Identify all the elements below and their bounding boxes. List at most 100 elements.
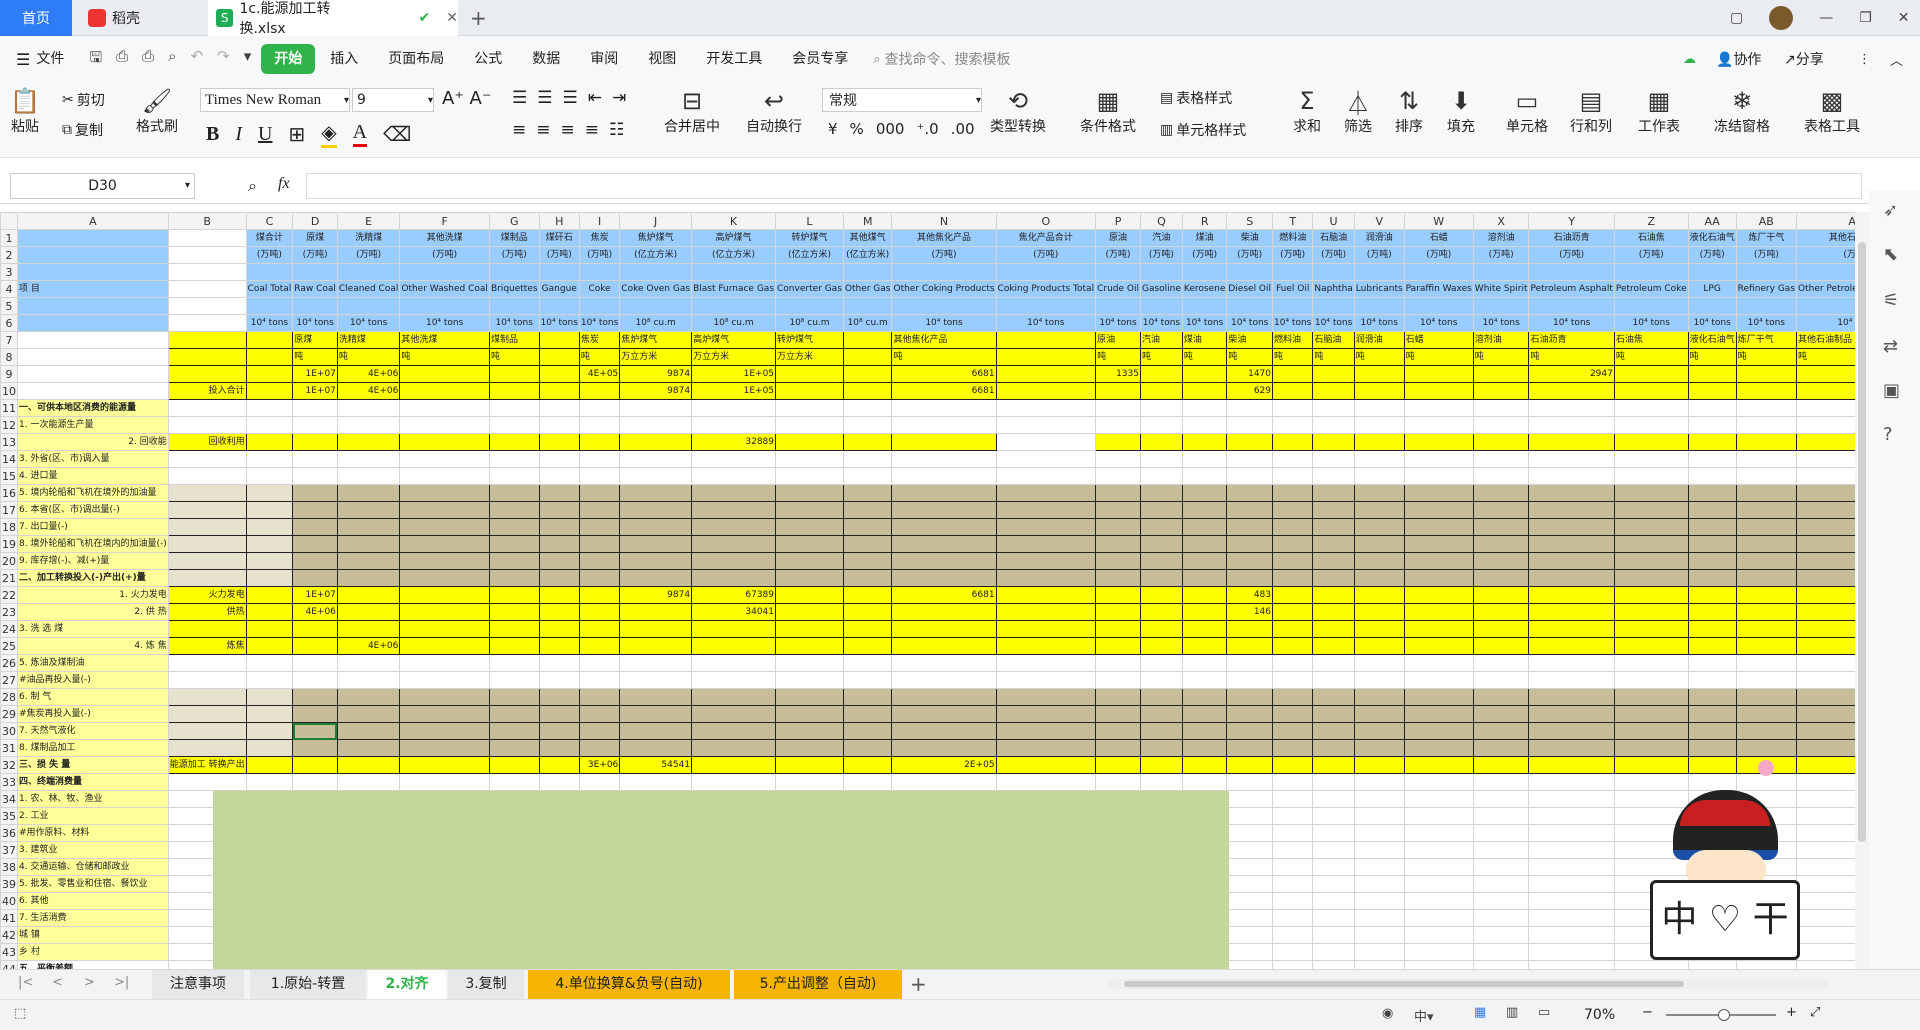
cell-AB27[interactable] bbox=[1735, 671, 1798, 689]
cell-AA7[interactable]: 液化石油气 bbox=[1687, 331, 1737, 349]
cell-Z30[interactable] bbox=[1613, 722, 1689, 740]
cell-K20[interactable] bbox=[691, 552, 777, 570]
cell-AB9[interactable] bbox=[1735, 365, 1798, 383]
cell-Y30[interactable] bbox=[1528, 722, 1615, 740]
cell-O27[interactable] bbox=[995, 671, 1097, 689]
cell-X3[interactable] bbox=[1472, 263, 1530, 281]
paste-button[interactable]: 📋 粘贴 bbox=[10, 86, 40, 136]
cell-T44[interactable] bbox=[1272, 960, 1314, 969]
cell-S29[interactable] bbox=[1226, 705, 1274, 723]
col-header-Q[interactable]: Q bbox=[1139, 212, 1183, 230]
cell-M9[interactable] bbox=[842, 365, 893, 383]
cell-O18[interactable] bbox=[995, 518, 1097, 536]
cell-I9[interactable]: 4E+05 bbox=[578, 365, 621, 383]
font-grow-shrink[interactable]: A⁺ A⁻ bbox=[442, 88, 491, 109]
cell-M5[interactable] bbox=[842, 297, 893, 315]
cell-J31[interactable] bbox=[619, 739, 693, 757]
cell-J28[interactable] bbox=[619, 688, 693, 706]
cell-AB20[interactable] bbox=[1735, 552, 1798, 570]
cell-F11[interactable] bbox=[399, 399, 490, 417]
cell-R23[interactable] bbox=[1181, 603, 1228, 621]
cell-A31[interactable]: 8. 煤制品加工 bbox=[17, 739, 169, 757]
cell-I21[interactable] bbox=[578, 569, 621, 587]
cell-E20[interactable] bbox=[336, 552, 401, 570]
cell-P32[interactable] bbox=[1095, 756, 1141, 774]
cell-S25[interactable] bbox=[1226, 637, 1274, 655]
cell-AA8[interactable]: 吨 bbox=[1687, 348, 1737, 366]
cell-N23[interactable] bbox=[891, 603, 997, 621]
quick-access-icons[interactable]: 🖫 ⎙ ⎙ ⌕ ↶ ↷ ▾ bbox=[89, 47, 251, 72]
sheet-tab-copy[interactable]: 3.复制 bbox=[448, 970, 524, 999]
close-tab-icon[interactable]: ✕ bbox=[446, 10, 458, 26]
cell-Q33[interactable] bbox=[1139, 773, 1183, 791]
number-buttons[interactable]: ¥% 000 ⁺.0.00 bbox=[828, 120, 975, 138]
cell-N25[interactable] bbox=[891, 637, 997, 655]
cell-C3[interactable] bbox=[245, 263, 294, 281]
row-header-22[interactable]: 22 bbox=[0, 586, 18, 604]
cell-U4[interactable]: Naphtha bbox=[1312, 280, 1355, 298]
cell-L10[interactable] bbox=[775, 382, 844, 400]
cell-B7[interactable] bbox=[167, 331, 247, 349]
cell-K10[interactable]: 1E+05 bbox=[691, 382, 777, 400]
row-header-32[interactable]: 32 bbox=[0, 756, 18, 774]
cell-O19[interactable] bbox=[995, 535, 1097, 553]
col-header-H[interactable]: H bbox=[538, 212, 580, 230]
cell-J4[interactable]: Coke Oven Gas bbox=[619, 280, 693, 298]
cell-O31[interactable] bbox=[995, 739, 1097, 757]
cell-J10[interactable]: 9874 bbox=[619, 382, 693, 400]
cell-J26[interactable] bbox=[619, 654, 693, 672]
rocket-icon[interactable]: ➶ bbox=[1883, 200, 1898, 221]
cell-T18[interactable] bbox=[1272, 518, 1314, 536]
cell-S17[interactable] bbox=[1226, 501, 1274, 519]
cell-AB14[interactable] bbox=[1735, 450, 1798, 468]
cell-W3[interactable] bbox=[1403, 263, 1474, 281]
cell-J12[interactable] bbox=[619, 416, 693, 434]
cell-T5[interactable] bbox=[1272, 297, 1314, 315]
cell-Y43[interactable] bbox=[1528, 943, 1615, 961]
cell-Q13[interactable] bbox=[1139, 433, 1183, 451]
cell-R12[interactable] bbox=[1181, 416, 1228, 434]
cell-O10[interactable] bbox=[995, 382, 1097, 400]
cell-AB31[interactable] bbox=[1735, 739, 1798, 757]
cell-R28[interactable] bbox=[1181, 688, 1228, 706]
cell-U37[interactable] bbox=[1312, 841, 1355, 859]
cell-A25[interactable]: 4. 炼 焦 bbox=[17, 637, 169, 655]
cell-T29[interactable] bbox=[1272, 705, 1314, 723]
cell-Y24[interactable] bbox=[1528, 620, 1615, 638]
cell-U26[interactable] bbox=[1312, 654, 1355, 672]
cell-G17[interactable] bbox=[488, 501, 540, 519]
cell-Q14[interactable] bbox=[1139, 450, 1183, 468]
cell-Y7[interactable]: 石油沥青 bbox=[1528, 331, 1615, 349]
cell-U35[interactable] bbox=[1312, 807, 1355, 825]
cell-Q16[interactable] bbox=[1139, 484, 1183, 502]
new-tab-button[interactable]: + bbox=[470, 0, 500, 36]
cell-X17[interactable] bbox=[1472, 501, 1530, 519]
cell-B29[interactable] bbox=[167, 705, 247, 723]
cell-O16[interactable] bbox=[995, 484, 1097, 502]
cell-X12[interactable] bbox=[1472, 416, 1530, 434]
cell-C19[interactable] bbox=[245, 535, 294, 553]
cell-K25[interactable] bbox=[691, 637, 777, 655]
cell-T2[interactable]: (万吨) bbox=[1272, 246, 1314, 264]
cell-O11[interactable] bbox=[995, 399, 1097, 417]
cell-O22[interactable] bbox=[995, 586, 1097, 604]
cell-Y6[interactable]: 10⁴ tons bbox=[1528, 314, 1615, 332]
cell-U28[interactable] bbox=[1312, 688, 1355, 706]
cell-B1[interactable] bbox=[167, 229, 247, 247]
cell-N7[interactable]: 其他焦化产品 bbox=[891, 331, 997, 349]
cell-E24[interactable] bbox=[336, 620, 401, 638]
cell-AC4[interactable]: Other Petroleum Products bbox=[1796, 280, 1855, 298]
cell-J3[interactable] bbox=[619, 263, 693, 281]
cell-Z16[interactable] bbox=[1613, 484, 1689, 502]
cell-V16[interactable] bbox=[1353, 484, 1405, 502]
cell-AA20[interactable] bbox=[1687, 552, 1737, 570]
cell-S3[interactable] bbox=[1226, 263, 1274, 281]
cell-U1[interactable]: 石脑油 bbox=[1312, 229, 1355, 247]
cell-T38[interactable] bbox=[1272, 858, 1314, 876]
cell-P8[interactable]: 吨 bbox=[1095, 348, 1141, 366]
cell-L3[interactable] bbox=[775, 263, 844, 281]
cell-I5[interactable] bbox=[578, 297, 621, 315]
cell-H6[interactable]: 10⁴ tons bbox=[538, 314, 580, 332]
cell-T14[interactable] bbox=[1272, 450, 1314, 468]
cell-A8[interactable] bbox=[17, 348, 169, 366]
